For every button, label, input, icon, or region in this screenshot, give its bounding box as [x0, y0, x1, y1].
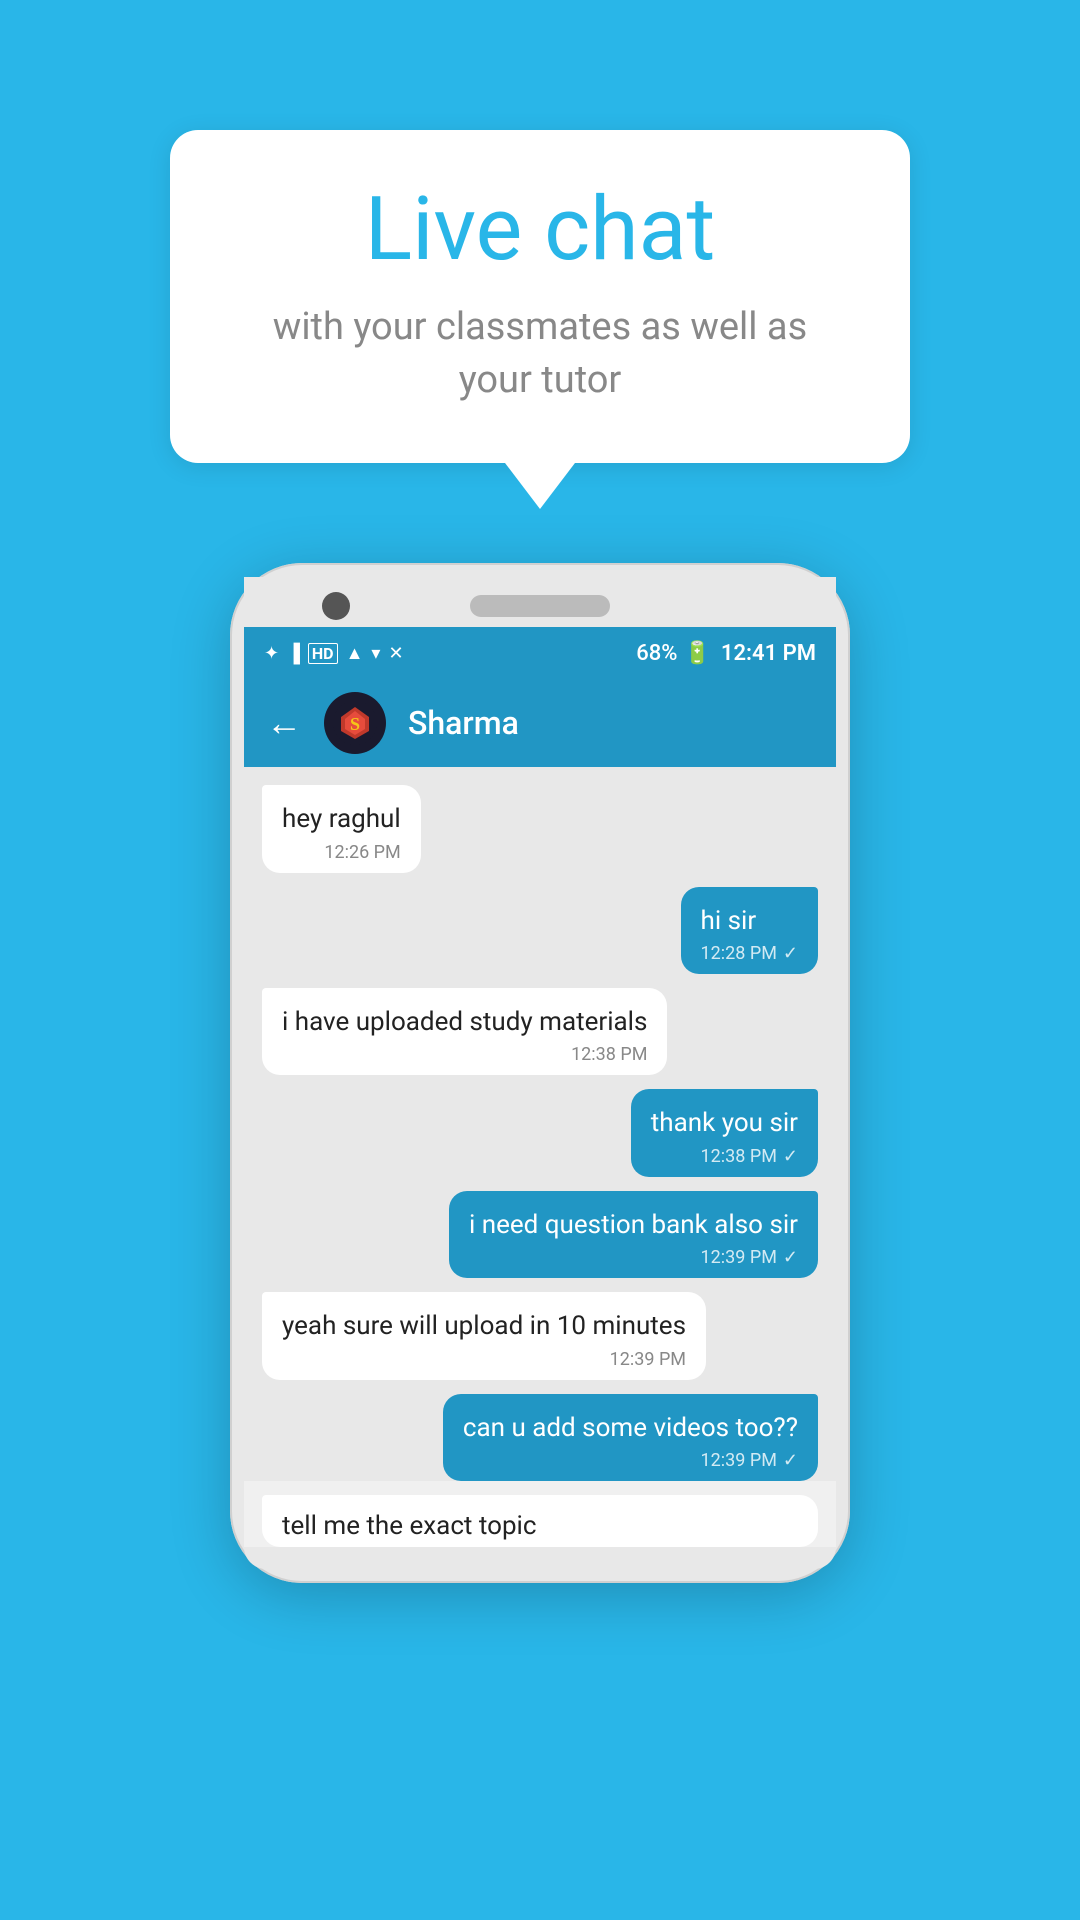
message-time: 12:39 PM	[701, 1450, 777, 1471]
app-bar: ← S Sharma	[244, 679, 836, 767]
bubble-subtitle: with your classmates as well as your tut…	[242, 301, 838, 407]
message-time: 12:38 PM	[571, 1044, 647, 1065]
message-meta: 12:39 PM ✓	[463, 1450, 798, 1471]
status-bar: ✦ ▐ HD ▲ ▾ ✕ 68% 🔋 12:41 PM	[244, 627, 836, 679]
sent-message-bubble: can u add some videos too?? 12:39 PM ✓	[443, 1394, 818, 1481]
message-time: 12:39 PM	[610, 1349, 686, 1370]
message-text: i need question bank also sir	[469, 1207, 798, 1243]
message-meta: 12:26 PM	[282, 842, 401, 863]
received-message-bubble: i have uploaded study materials 12:38 PM	[262, 988, 667, 1075]
live-chat-title: Live chat	[242, 182, 838, 279]
message-meta: 12:39 PM ✓	[469, 1247, 798, 1268]
message-text: hey raghul	[282, 801, 401, 837]
svg-text:S: S	[350, 714, 360, 734]
contact-name: Sharma	[408, 704, 519, 742]
front-camera	[322, 592, 350, 620]
table-row: hey raghul 12:26 PM	[262, 785, 818, 872]
battery-icon: 🔋	[683, 641, 710, 666]
superman-logo-icon: S	[333, 701, 377, 745]
read-receipt-icon: ✓	[783, 1450, 798, 1471]
message-time: 12:28 PM	[701, 943, 777, 964]
message-text: can u add some videos too??	[463, 1410, 798, 1446]
read-receipt-icon: ✓	[783, 1247, 798, 1268]
message-time: 12:39 PM	[701, 1247, 777, 1268]
received-message-bubble: hey raghul 12:26 PM	[262, 785, 421, 872]
message-text: hi sir	[701, 903, 798, 939]
bluetooth-icon: ✦	[264, 643, 279, 664]
sent-message-bubble: hi sir 12:28 PM ✓	[681, 887, 818, 974]
data-icon: ✕	[388, 643, 403, 664]
battery-percentage: 68%	[636, 641, 677, 666]
message-text: i have uploaded study materials	[282, 1004, 647, 1040]
message-text: thank you sir	[651, 1105, 798, 1141]
phone-mockup: ✦ ▐ HD ▲ ▾ ✕ 68% 🔋 12:41 PM ←	[230, 563, 850, 1583]
phone-outer-shell: ✦ ▐ HD ▲ ▾ ✕ 68% 🔋 12:41 PM ←	[230, 563, 850, 1583]
partial-message-text: tell me the exact topic	[282, 1511, 798, 1541]
phone-bottom-bar	[244, 1547, 836, 1569]
phone-screen: ✦ ▐ HD ▲ ▾ ✕ 68% 🔋 12:41 PM ←	[244, 627, 836, 1547]
status-time: 12:41 PM	[721, 641, 816, 666]
hd-icon: HD	[308, 643, 338, 664]
speech-bubble-card: Live chat with your classmates as well a…	[170, 130, 910, 463]
table-row: thank you sir 12:38 PM ✓	[262, 1089, 818, 1176]
sent-message-bubble: i need question bank also sir 12:39 PM ✓	[449, 1191, 818, 1278]
status-right: 68% 🔋 12:41 PM	[636, 641, 816, 666]
received-message-bubble: yeah sure will upload in 10 minutes 12:3…	[262, 1292, 706, 1379]
phone-top-bar	[244, 577, 836, 627]
chat-area: hey raghul 12:26 PM hi sir 12:28 PM ✓	[244, 767, 836, 1481]
message-time: 12:38 PM	[701, 1146, 777, 1167]
status-left-icons: ✦ ▐ HD ▲ ▾ ✕	[264, 643, 404, 664]
contact-avatar: S	[324, 692, 386, 754]
read-receipt-icon: ✓	[783, 943, 798, 964]
network-icon: ▲	[346, 643, 364, 664]
read-receipt-icon: ✓	[783, 1146, 798, 1167]
signal-icon: ▐	[287, 643, 300, 664]
table-row: can u add some videos too?? 12:39 PM ✓	[262, 1394, 818, 1481]
table-row: i need question bank also sir 12:39 PM ✓	[262, 1191, 818, 1278]
message-meta: 12:38 PM	[282, 1044, 647, 1065]
table-row: yeah sure will upload in 10 minutes 12:3…	[262, 1292, 818, 1379]
table-row: hi sir 12:28 PM ✓	[262, 887, 818, 974]
message-meta: 12:28 PM ✓	[701, 943, 798, 964]
wifi-icon: ▾	[371, 643, 380, 664]
speaker-grille	[470, 595, 610, 617]
message-meta: 12:38 PM ✓	[651, 1146, 798, 1167]
message-meta: 12:39 PM	[282, 1349, 686, 1370]
back-button[interactable]: ←	[266, 702, 302, 744]
partial-message: tell me the exact topic	[262, 1495, 818, 1547]
message-time: 12:26 PM	[324, 842, 400, 863]
message-text: yeah sure will upload in 10 minutes	[282, 1308, 686, 1344]
sent-message-bubble: thank you sir 12:38 PM ✓	[631, 1089, 818, 1176]
table-row: i have uploaded study materials 12:38 PM	[262, 988, 818, 1075]
